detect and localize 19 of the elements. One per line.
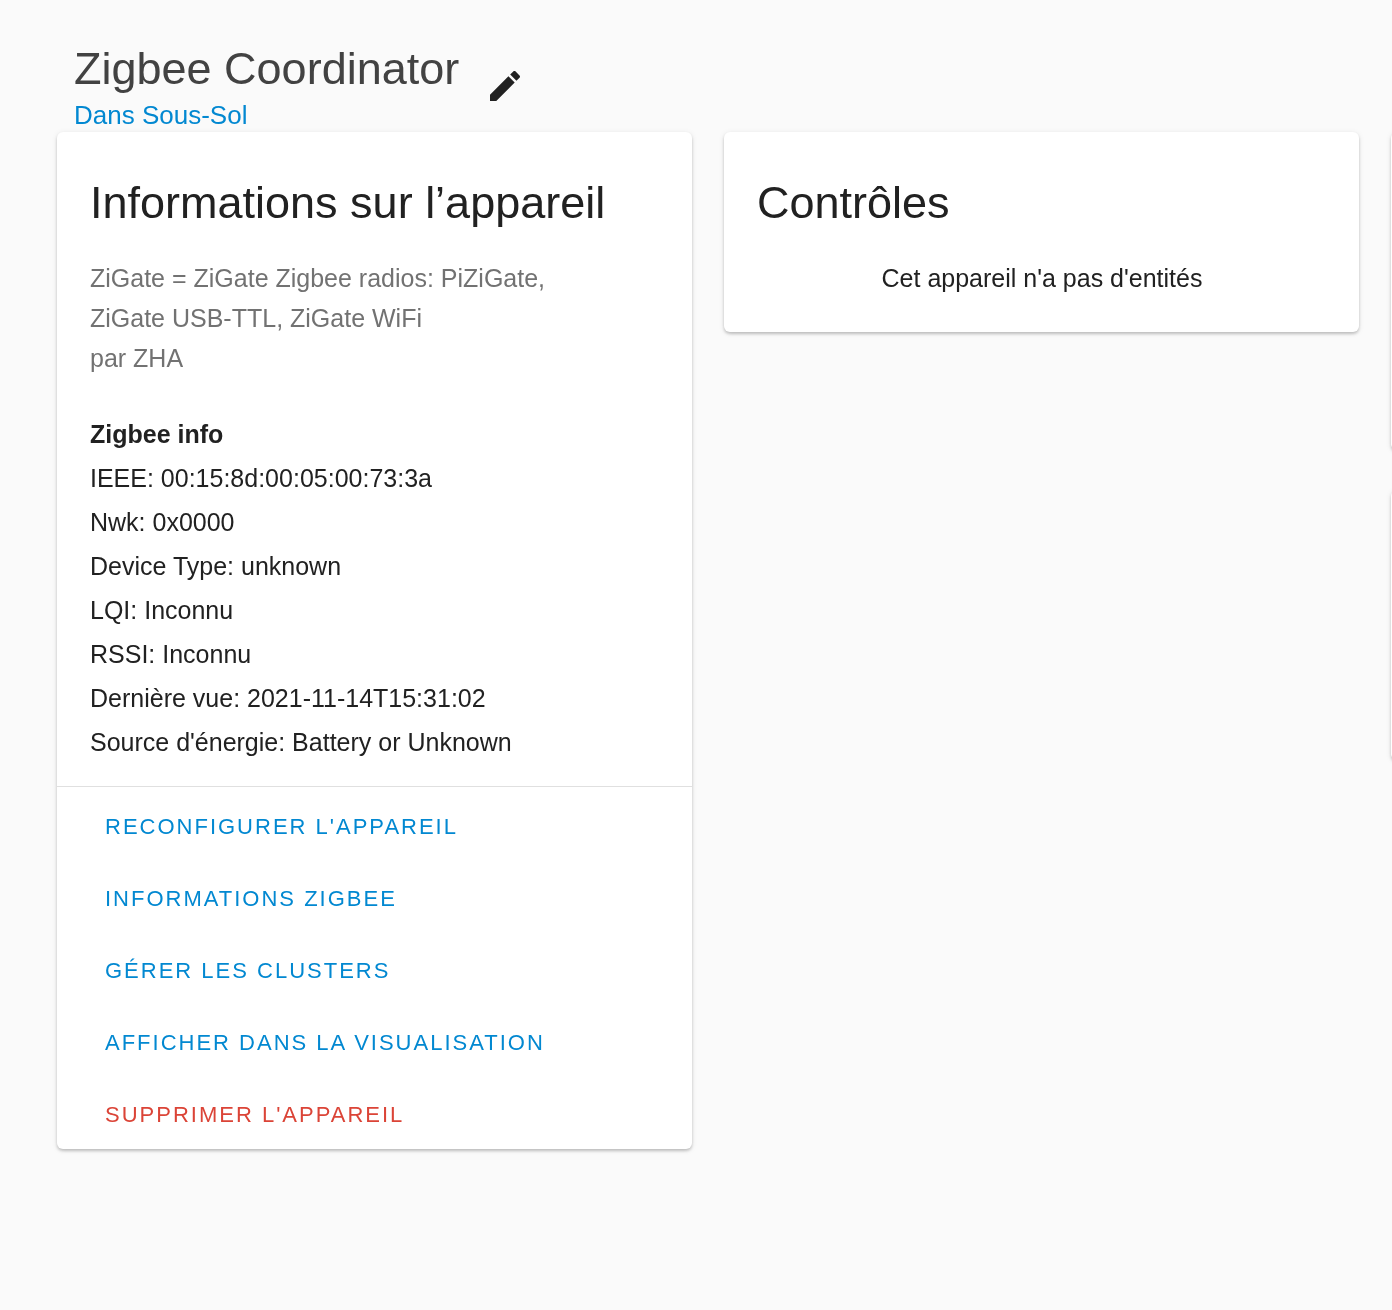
info-line: RSSI: Inconnu (90, 639, 253, 670)
info-line: Source d'énergie: Battery or Unknown (90, 727, 513, 758)
action-button[interactable]: AFFICHER DANS LA VISUALISATION (90, 1019, 560, 1067)
card-title: Informations sur l’appareil (90, 176, 607, 230)
action-button[interactable]: RECONFIGURER L'APPAREIL (90, 803, 473, 851)
card-title: Contrôles (757, 176, 951, 230)
manufacturer-text: par ZHA (90, 343, 185, 374)
action-button[interactable]: GÉRER LES CLUSTERS (90, 947, 406, 995)
info-line: LQI: Inconnu (90, 595, 235, 626)
section-heading: Zigbee info (90, 419, 225, 450)
area-link[interactable]: Dans Sous-Sol (74, 98, 248, 132)
info-line: Device Type: unknown (90, 551, 343, 582)
action-button[interactable]: INFORMATIONS ZIGBEE (90, 875, 412, 923)
info-line: Dernière vue: 2021-11-14T15:31:02 (90, 683, 487, 714)
info-line: IEEE: 00:15:8d:00:05:00:73:3a (90, 463, 433, 494)
info-line: Nwk: 0x0000 (90, 507, 236, 538)
empty-message: Cet appareil n'a pas d'entités (880, 263, 1204, 294)
device-name-title: Zigbee Coordinator (74, 42, 460, 96)
delete-device-button[interactable]: SUPPRIMER L'APPAREIL (90, 1091, 420, 1139)
